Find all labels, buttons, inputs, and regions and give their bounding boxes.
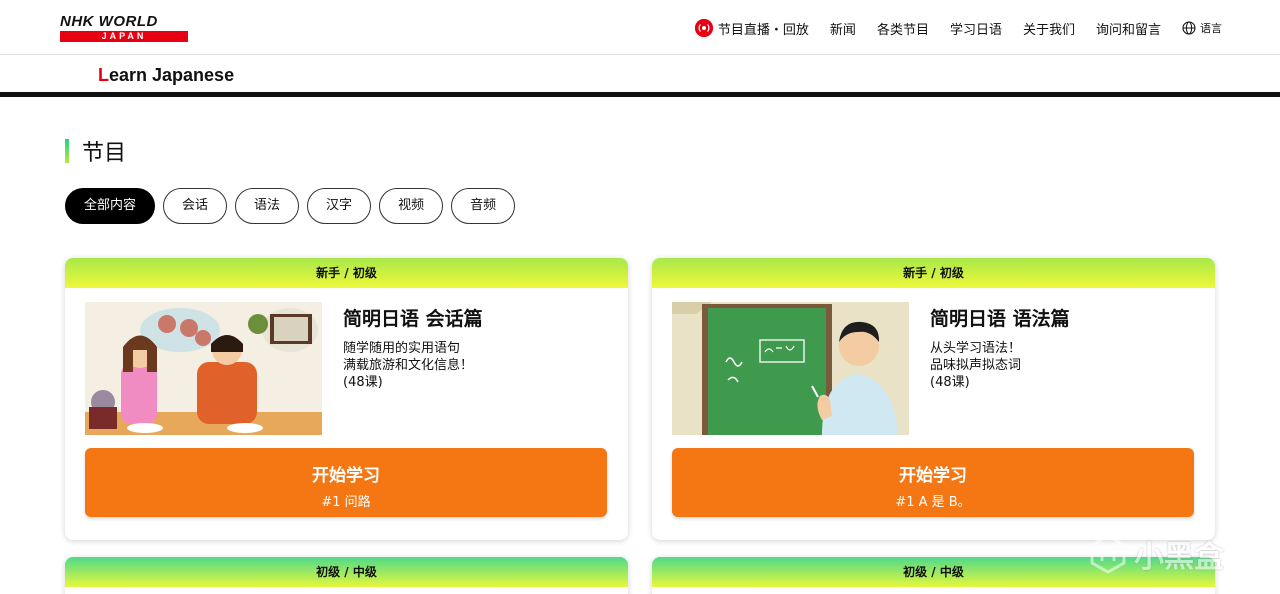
nav-programs[interactable]: 各类节目 <box>877 19 929 38</box>
card-desc-line: 随学随用的实用语句 <box>343 341 461 356</box>
card-thumbnail-grammar[interactable] <box>672 302 909 435</box>
start-learning-button[interactable]: 开始学习 #1 问路 <box>85 448 607 517</box>
program-card-conversation[interactable]: 新手 / 初级 简明日语 会话篇 随学随用的实用语句 满载旅游和文化信息！ (4… <box>65 258 628 540</box>
nav-news[interactable]: 新闻 <box>830 19 856 38</box>
filter-audio[interactable]: 音频 <box>451 188 516 224</box>
nav-language-label: 语言 <box>1200 22 1222 35</box>
card-desc-line: 从头学习语法！ <box>930 341 1022 356</box>
start-learning-button[interactable]: 开始学习 #1 A 是 B。 <box>672 448 1194 517</box>
filter-video[interactable]: 视频 <box>379 188 444 224</box>
main-nav: 节目直播・回放 新闻 各类节目 学习日语 关于我们 询问和留言 语言 <box>674 17 1222 39</box>
section-title-text: 节目 <box>82 141 127 166</box>
nhk-world-logo[interactable]: NHK WORLD JAPAN <box>60 14 188 42</box>
live-broadcast-icon <box>694 19 713 37</box>
card-lesson-count: (48课) <box>343 375 383 390</box>
title-initial: L <box>98 65 109 85</box>
learn-japanese-title[interactable]: Learn Japanese <box>98 65 234 86</box>
program-card-intermediate-1[interactable]: 初级 / 中级 <box>65 557 628 594</box>
nav-contact[interactable]: 询问和留言 <box>1096 19 1161 38</box>
card-level-badge: 新手 / 初级 <box>652 258 1215 288</box>
xiaoheihe-watermark: 小黑盒 <box>1088 530 1248 578</box>
globe-icon <box>1182 21 1196 35</box>
sub-header: Learn Japanese <box>0 55 1280 97</box>
card-level-badge: 初级 / 中级 <box>65 557 628 587</box>
card-description: 随学随用的实用语句 满载旅游和文化信息！ (48课) <box>343 340 473 391</box>
section-accent-bar <box>65 139 69 163</box>
watermark-logo-icon <box>1090 534 1126 574</box>
start-lesson-title: #1 A 是 B。 <box>895 495 971 510</box>
watermark-text: 小黑盒 <box>1134 540 1224 575</box>
logo-top-text: NHK WORLD <box>60 13 158 30</box>
nav-learn-japanese[interactable]: 学习日语 <box>950 19 1002 38</box>
filter-all[interactable]: 全部内容 <box>65 188 156 224</box>
top-bar: NHK WORLD JAPAN 节目直播・回放 新闻 各类节目 学习日语 关于我… <box>0 0 1280 55</box>
card-desc-line: 满载旅游和文化信息！ <box>343 358 474 373</box>
start-learning-label: 开始学习 <box>899 466 967 486</box>
card-title[interactable]: 简明日语 语法篇 <box>930 304 1070 331</box>
title-rest: earn Japanese <box>109 65 235 85</box>
logo-bottom-text: JAPAN <box>60 31 188 42</box>
nav-language[interactable]: 语言 <box>1182 20 1222 36</box>
start-lesson-title: #1 问路 <box>321 495 371 510</box>
card-title[interactable]: 简明日语 会话篇 <box>343 304 483 331</box>
nav-about[interactable]: 关于我们 <box>1023 19 1075 38</box>
program-card-grammar[interactable]: 新手 / 初级 简明日语 语法篇 从头学习语法！ 品味拟声拟态词 (48课) 开… <box>652 258 1215 540</box>
card-lesson-count: (48课) <box>930 375 970 390</box>
filter-bar: 全部内容 会话 语法 汉字 视频 音频 <box>65 188 523 224</box>
filter-kanji[interactable]: 汉字 <box>307 188 372 224</box>
nav-live-label: 节目直播・回放 <box>717 22 809 38</box>
filter-grammar[interactable]: 语法 <box>235 188 300 224</box>
filter-conversation[interactable]: 会话 <box>163 188 228 224</box>
card-thumbnail-conversation[interactable] <box>85 302 322 435</box>
nav-live[interactable]: 节目直播・回放 <box>694 19 809 38</box>
section-title: 节目 <box>65 138 127 166</box>
card-description: 从头学习语法！ 品味拟声拟态词 (48课) <box>930 340 1021 391</box>
card-desc-line: 品味拟声拟态词 <box>930 358 1022 373</box>
card-level-badge: 新手 / 初级 <box>65 258 628 288</box>
start-learning-label: 开始学习 <box>312 466 380 486</box>
